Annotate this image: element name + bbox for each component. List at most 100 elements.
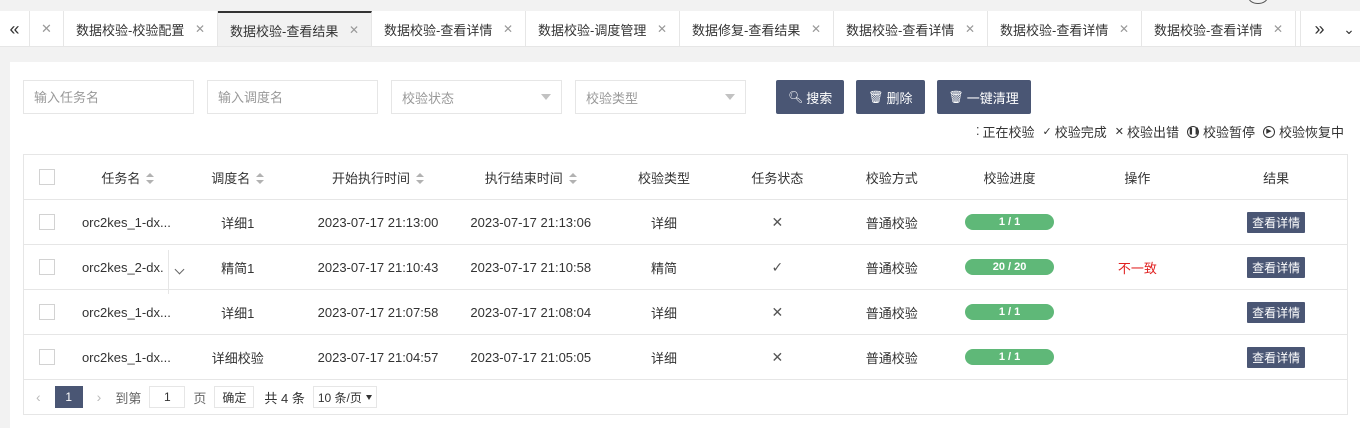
sort-icon[interactable] (146, 173, 155, 185)
cell-method: 普通校验 (865, 305, 918, 321)
view-detail-button[interactable]: 查看详情 (1247, 211, 1306, 233)
error-icon: ✕ (771, 348, 784, 365)
tab-item[interactable]: 数据校验-查看详情 ✕ (1142, 11, 1296, 46)
close-icon[interactable]: ✕ (965, 22, 975, 36)
cell-method: 普通校验 (865, 215, 918, 231)
table-header-row: 任务名 调度名 开始执行时间 执行结束时间 校验类型 任务状态 校验方式 校验进… (24, 155, 1347, 200)
tab-item[interactable]: 数据校验-查看详情 ✕ (372, 11, 526, 46)
legend-resuming: ▶ 校验恢复中 (1262, 122, 1344, 141)
sort-icon[interactable] (416, 173, 424, 185)
cell-method: 普通校验 (865, 260, 918, 276)
table-row: orc2kes_1-dx... 详细校验 2023-07-17 21:04:57… (24, 335, 1347, 380)
clear-all-button-label: 一键清理 (966, 90, 1019, 106)
close-icon[interactable]: ✕ (503, 22, 513, 36)
header-end[interactable]: 执行结束时间 (454, 168, 607, 187)
row-checkbox[interactable] (38, 214, 55, 231)
cell-task: orc2kes_1-dx... (81, 349, 171, 365)
tab-item-active[interactable]: 数据校验-查看结果 ✕ (218, 11, 372, 46)
tab-label: 数据校验-校验配置 (76, 22, 185, 38)
goto-confirm-button[interactable]: 确定 (214, 386, 255, 408)
header-start-label: 开始执行时间 (331, 170, 410, 186)
header-schedule-label: 调度名 (211, 170, 251, 186)
tab-label: 数据校验-查看详情 (1154, 22, 1263, 38)
row-checkbox[interactable] (38, 349, 55, 366)
cell-result: 查看详情 (1205, 301, 1347, 323)
prev-page-icon[interactable]: ‹ (36, 389, 41, 405)
cell-type: 详细 (651, 215, 678, 231)
inconsistent-link[interactable]: 不一致 (1118, 261, 1157, 276)
tab-item[interactable]: 数据校验-查看详情 ✕ (988, 11, 1142, 46)
error-icon: ✕ (771, 303, 784, 320)
header-op: 操作 (1124, 170, 1151, 186)
row-select-cell (24, 214, 70, 231)
view-detail-button[interactable]: 查看详情 (1247, 301, 1306, 323)
cell-status: ✓ (721, 259, 834, 276)
header-start[interactable]: 开始执行时间 (302, 168, 455, 187)
main-panel: 校验状态 校验类型 🔍︎搜索 🗑︎删除 🗑︎一键清理 ⁚正在校验 ✓校验完成 ✕… (10, 62, 1360, 428)
page-size-value: 10 条/页 (317, 390, 362, 405)
row-checkbox[interactable] (38, 259, 55, 276)
view-detail-button[interactable]: 查看详情 (1247, 256, 1306, 278)
type-select[interactable]: 校验类型 (575, 80, 746, 114)
cell-task: orc2kes_1-dx... (81, 214, 171, 230)
close-all-icon[interactable]: ✕ (30, 11, 64, 47)
spinner-icon: ⁚ (975, 126, 980, 138)
chevron-down-icon (725, 94, 735, 100)
tab-item[interactable]: 数据校验-查看详情 ✕ (834, 11, 988, 46)
tab-scroll-right-icon[interactable]: » (1300, 11, 1338, 47)
tab-label: 数据修复-查看结果 (692, 22, 801, 38)
tab-label: 数据校验-查看结果 (230, 23, 339, 39)
close-icon[interactable]: ✕ (1273, 22, 1283, 36)
legend-done: ✓ 校验完成 (1043, 122, 1107, 141)
task-name-field[interactable] (23, 80, 194, 114)
header-task-label: 任务名 (101, 170, 141, 186)
progress-bar: 1 / 1 (965, 214, 1055, 230)
next-page-icon[interactable]: › (97, 389, 102, 405)
tab-item[interactable]: 数据校验-调度管理 ✕ (526, 11, 680, 46)
close-icon[interactable]: ✕ (811, 22, 821, 36)
tab-item[interactable]: 数据修复-查看结果 ✕ (680, 11, 834, 46)
clear-all-button[interactable]: 🗑︎ 一键清理 (936, 80, 1031, 114)
tab-scroll-left-icon[interactable]: « (0, 11, 30, 47)
table-row: orc2kes_2-dx. 精简1 2023-07-17 21:10:43 20… (24, 245, 1347, 294)
cell-result: 查看详情 (1205, 346, 1347, 368)
pause-icon: ❚❚ (1186, 125, 1200, 138)
cell-end: 2023-07-17 21:10:58 (470, 259, 592, 275)
close-icon[interactable]: ✕ (195, 22, 205, 36)
header-schedule[interactable]: 调度名 (174, 168, 302, 187)
close-icon[interactable]: ✕ (349, 23, 359, 37)
header-result: 结果 (1263, 170, 1290, 186)
status-select[interactable]: 校验状态 (391, 80, 562, 114)
sort-icon[interactable] (568, 173, 577, 185)
legend-error: ✕ 校验出错 (1115, 122, 1179, 141)
tab-item[interactable]: 数据校验-校验配置 ✕ (64, 11, 218, 46)
select-all-checkbox[interactable] (38, 169, 55, 186)
cell-start: 2023-07-17 21:10:43 (317, 259, 439, 275)
row-select-cell (24, 349, 70, 366)
error-icon: ✕ (771, 213, 784, 230)
goto-page-input[interactable] (149, 386, 186, 408)
row-select-cell (24, 304, 70, 321)
cell-task: orc2kes_2-dx. (70, 249, 185, 294)
legend-done-label: 校验完成 (1054, 125, 1107, 140)
header-task[interactable]: 任务名 (70, 168, 174, 187)
cell-start: 2023-07-17 21:07:58 (317, 304, 439, 320)
sort-icon[interactable] (256, 173, 265, 185)
search-button[interactable]: 🔍︎ 搜索 (776, 80, 845, 114)
row-checkbox[interactable] (38, 304, 55, 321)
schedule-name-input[interactable] (218, 89, 367, 105)
current-page-button[interactable]: 1 (54, 386, 83, 408)
legend-running-label: 正在校验 (982, 125, 1035, 140)
header-end-label: 执行结束时间 (484, 170, 563, 186)
close-icon[interactable]: ✕ (1119, 22, 1129, 36)
cell-end: 2023-07-17 21:08:04 (470, 304, 592, 320)
view-detail-button[interactable]: 查看详情 (1247, 346, 1306, 368)
legend-resuming-label: 校验恢复中 (1278, 125, 1344, 140)
goto-label: 到第 (115, 390, 142, 406)
page-size-select[interactable]: 10 条/页 (312, 386, 377, 408)
task-name-input[interactable] (34, 89, 183, 105)
delete-button[interactable]: 🗑︎ 删除 (856, 80, 925, 114)
close-icon[interactable]: ✕ (657, 22, 667, 36)
schedule-name-field[interactable] (207, 80, 378, 114)
tab-dropdown-icon[interactable]: ⌄ (1338, 11, 1360, 47)
